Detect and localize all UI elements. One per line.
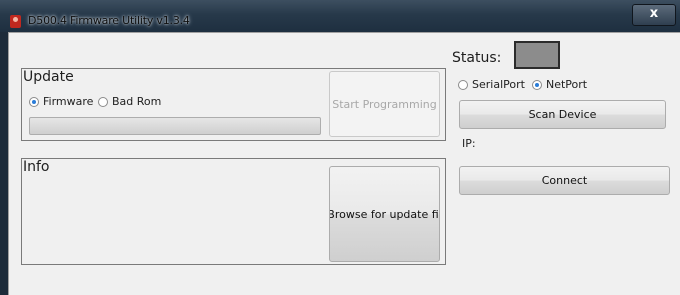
radio-netport-icon bbox=[532, 79, 542, 90]
radio-netport[interactable]: NetPort bbox=[532, 78, 587, 91]
close-icon: x bbox=[649, 6, 659, 21]
radio-firmware-icon bbox=[29, 96, 39, 107]
info-group: Info Browse for update fil bbox=[21, 158, 446, 265]
status-label: Status: bbox=[452, 50, 502, 66]
radio-firmware-label: Firmware bbox=[43, 95, 94, 108]
radio-netport-label: NetPort bbox=[546, 78, 588, 91]
radio-serialport-icon bbox=[458, 79, 468, 90]
window-title: D500.4 Firmware Utility v1.3.4 bbox=[28, 14, 190, 27]
status-indicator bbox=[514, 41, 560, 69]
radio-bad-rom-icon bbox=[98, 96, 108, 107]
app-icon bbox=[10, 15, 21, 28]
scan-device-button[interactable]: Scan Device bbox=[459, 100, 666, 129]
update-group: Update Firmware Bad Rom Start Programmin… bbox=[21, 68, 446, 141]
radio-bad-rom[interactable]: Bad Rom bbox=[98, 95, 161, 108]
update-title: Update bbox=[23, 69, 74, 85]
ip-label: IP: bbox=[462, 137, 476, 150]
browse-update-button[interactable]: Browse for update fil bbox=[329, 166, 440, 262]
start-programming-button[interactable]: Start Programming bbox=[329, 71, 440, 137]
client-area: Update Firmware Bad Rom Start Programmin… bbox=[8, 32, 680, 295]
radio-serialport[interactable]: SerialPort bbox=[458, 78, 525, 91]
title-bar: D500.4 Firmware Utility v1.3.4 x bbox=[0, 0, 680, 32]
radio-serialport-label: SerialPort bbox=[472, 78, 525, 91]
info-title: Info bbox=[23, 159, 50, 175]
connect-button[interactable]: Connect bbox=[459, 166, 670, 195]
progress-bar bbox=[29, 117, 321, 135]
radio-firmware[interactable]: Firmware bbox=[29, 95, 93, 108]
close-button[interactable]: x bbox=[632, 4, 676, 26]
radio-bad-rom-label: Bad Rom bbox=[112, 95, 162, 108]
